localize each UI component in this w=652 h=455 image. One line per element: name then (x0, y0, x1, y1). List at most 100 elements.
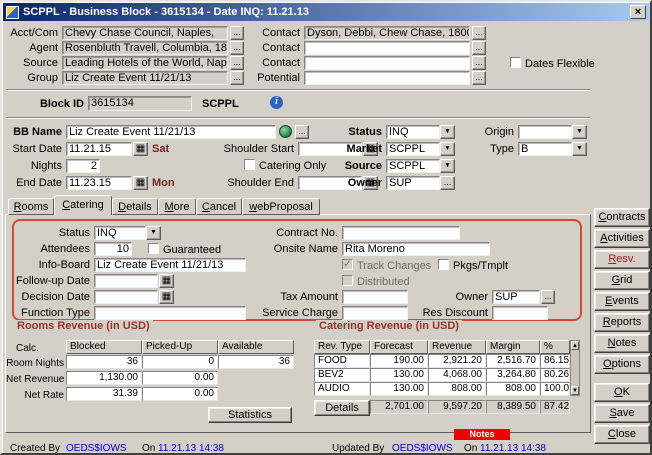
cr-cell[interactable]: 3,264.80 (486, 368, 540, 382)
details-button[interactable]: Details (314, 400, 370, 416)
side-button-reports[interactable]: Reports (594, 313, 650, 332)
contact2-lov-button[interactable]: ... (472, 41, 486, 55)
cat-status-dropdown-button[interactable]: ▼ (146, 226, 161, 240)
cr-cell-type[interactable]: FOOD (314, 354, 370, 368)
decision-date-field[interactable] (94, 290, 158, 304)
tab-webproposal[interactable]: webProposal (242, 198, 320, 215)
guaranteed-checkbox[interactable] (148, 243, 159, 254)
cr-cell[interactable]: 130.00 (370, 368, 428, 382)
group-lov-button[interactable]: ... (230, 71, 244, 85)
res-discount-field[interactable] (492, 306, 548, 320)
contact2-field[interactable] (304, 41, 470, 55)
market-dropdown-button[interactable]: ▼ (440, 142, 455, 156)
cr-cell[interactable]: 4,068.00 (428, 368, 486, 382)
owner-field[interactable]: SUP (386, 176, 440, 190)
follow-up-date-field[interactable] (94, 274, 158, 288)
cr-cell[interactable]: 100.00 (540, 382, 570, 396)
side-button-resv[interactable]: Resv. (594, 250, 650, 269)
close-icon[interactable]: × (630, 5, 646, 19)
type-dropdown-button[interactable]: ▼ (572, 142, 587, 156)
calc-label[interactable]: Calc. (16, 343, 39, 354)
contact3-field[interactable] (304, 56, 470, 70)
source-lov-button[interactable]: ... (230, 56, 244, 70)
scroll-up-icon[interactable]: ▲ (571, 341, 579, 350)
scroll-down-icon[interactable]: ▼ (571, 386, 579, 395)
bb-name-lov-button[interactable]: ... (295, 125, 309, 139)
cr-cell[interactable]: 808.00 (428, 382, 486, 396)
tab-rooms[interactable]: Rooms (8, 198, 54, 215)
cr-cell-type[interactable]: BEV2 (314, 368, 370, 382)
side-button-options[interactable]: Options (594, 355, 650, 374)
contact1-lov-button[interactable]: ... (472, 26, 486, 40)
function-type-field[interactable] (94, 306, 246, 320)
follow-up-date-calendar-button[interactable]: ▦ (159, 274, 174, 288)
onsite-name-field[interactable]: Rita Moreno (342, 242, 490, 256)
side-button-ok[interactable]: OK (594, 383, 650, 402)
info-icon[interactable]: i (270, 96, 283, 109)
tab-cancel[interactable]: Cancel (196, 198, 242, 215)
potential-field[interactable] (304, 71, 470, 85)
contract-no-field[interactable] (342, 226, 460, 240)
bb-source-dropdown-button[interactable]: ▼ (440, 159, 455, 173)
side-button-save[interactable]: Save (594, 404, 650, 423)
tax-amount-field[interactable] (342, 290, 408, 304)
group-field[interactable]: Liz Create Event 11/21/13 (62, 71, 228, 85)
status-dropdown-button[interactable]: ▼ (440, 125, 455, 139)
start-date-calendar-button[interactable]: ▦ (133, 142, 148, 156)
acct-com-lov-button[interactable]: ... (230, 26, 244, 40)
nights-field[interactable]: 2 (66, 159, 100, 173)
contact1-field[interactable]: Dyson, Debbi, Chew Chase, 1800-123 (304, 26, 470, 40)
origin-field[interactable] (518, 125, 572, 139)
cat-owner-field[interactable]: SUP (492, 290, 540, 304)
distributed-checkbox[interactable] (342, 275, 353, 286)
track-changes-checkbox[interactable] (342, 259, 353, 270)
dates-flexible-checkbox[interactable] (510, 57, 521, 68)
service-charge-field[interactable] (342, 306, 408, 320)
info-board-field[interactable]: Liz Create Event 11/21/13 (94, 258, 246, 272)
cr-cell[interactable]: 2,516.70 (486, 354, 540, 368)
cat-owner-lov-button[interactable]: ... (541, 290, 555, 304)
contact3-lov-button[interactable]: ... (472, 56, 486, 70)
cr-scrollbar[interactable]: ▲ ▼ (570, 340, 580, 396)
bb-source-field[interactable]: SCPPL (386, 159, 440, 173)
start-date-field[interactable]: 11.21.15 (66, 142, 132, 156)
cr-cell[interactable]: 86.15 (540, 354, 570, 368)
globe-icon[interactable] (279, 125, 292, 138)
bb-name-field[interactable]: Liz Create Event 11/21/13 (66, 125, 276, 139)
catering-only-checkbox[interactable] (244, 159, 255, 170)
scrollbar-track[interactable] (571, 350, 579, 386)
status-field[interactable]: INQ (386, 125, 440, 139)
tab-more[interactable]: More (158, 198, 196, 215)
decision-date-calendar-button[interactable]: ▦ (159, 290, 174, 304)
cr-cell-type[interactable]: AUDIO (314, 382, 370, 396)
cr-cell[interactable]: 80.26 (540, 368, 570, 382)
side-button-events[interactable]: Events (594, 292, 650, 311)
titlebar[interactable]: SCPPL - Business Block - 3615134 - Date … (3, 3, 649, 21)
agent-field[interactable]: Rosenbluth Travell, Columbia, 1800- (62, 41, 228, 55)
cat-status-field[interactable]: INQ (94, 226, 146, 240)
attendees-field[interactable]: 10 (94, 242, 132, 256)
agent-lov-button[interactable]: ... (230, 41, 244, 55)
tab-catering[interactable]: Catering (54, 195, 112, 215)
type-field[interactable]: B (518, 142, 572, 156)
cr-cell[interactable]: 190.00 (370, 354, 428, 368)
owner-lov-button[interactable]: ... (440, 176, 455, 190)
end-date-field[interactable]: 11.23.15 (66, 176, 132, 190)
pkgs-tmplt-checkbox[interactable] (438, 259, 449, 270)
end-date-calendar-button[interactable]: ▦ (133, 176, 148, 190)
source-field[interactable]: Leading Hotels of the World, Naples, (62, 56, 228, 70)
side-button-activities[interactable]: Activities (594, 229, 650, 248)
side-button-grid[interactable]: Grid (594, 271, 650, 290)
potential-lov-button[interactable]: ... (472, 71, 486, 85)
cr-cell[interactable]: 808.00 (486, 382, 540, 396)
origin-dropdown-button[interactable]: ▼ (572, 125, 587, 139)
cr-cell[interactable]: 130.00 (370, 382, 428, 396)
side-button-contracts[interactable]: Contracts (594, 208, 650, 227)
market-field[interactable]: SCPPL (386, 142, 440, 156)
acct-com-field[interactable]: Chevy Chase Council, Naples, (62, 26, 228, 40)
side-button-close[interactable]: Close (594, 425, 650, 444)
cr-cell[interactable]: 2,921.20 (428, 354, 486, 368)
tab-details[interactable]: Details (112, 198, 158, 215)
side-button-notes[interactable]: Notes (594, 334, 650, 353)
statistics-button[interactable]: Statistics (208, 407, 292, 423)
